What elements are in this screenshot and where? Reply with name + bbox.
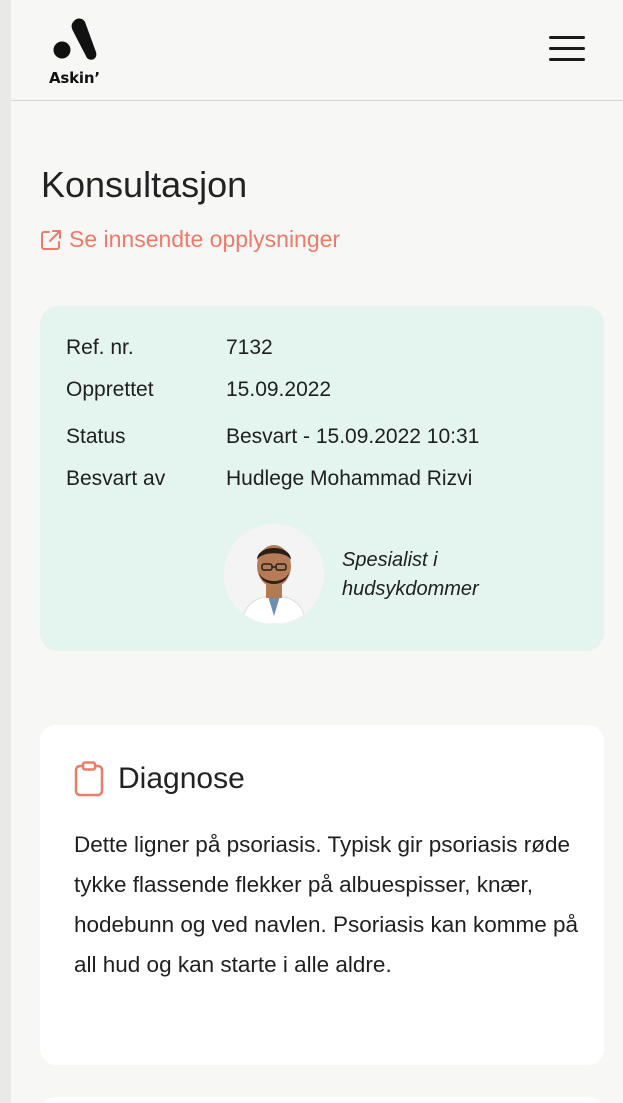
answered-by-value: Hudlege Mohammad Rizvi (226, 467, 473, 490)
next-card (40, 1097, 604, 1103)
diagnosis-card: Diagnose Dette ligner på psoriasis. Typi… (40, 725, 604, 1065)
askin-logo-mark (53, 18, 97, 60)
page-title: Konsultasjon (41, 164, 248, 205)
diagnosis-text: Dette ligner på psoriasis. Typisk gir ps… (74, 832, 579, 977)
top-bar: Askin’ (11, 0, 623, 101)
clipboard-icon (74, 761, 104, 797)
doctor-portrait (224, 524, 324, 624)
ref-label: Ref. nr. (66, 336, 134, 359)
created-label: Opprettet (66, 378, 154, 401)
diagnosis-header: Diagnose (74, 761, 245, 797)
answered-by-label: Besvart av (66, 467, 166, 490)
role-line-2: hudsykdommer (342, 578, 479, 600)
role-line-1: Spesialist i (342, 549, 438, 571)
app-root: Askin’ Konsultasjon Se innsendte opplysn… (11, 0, 623, 1103)
created-value: 15.09.2022 (226, 378, 332, 401)
logo-text: Askin’ (49, 69, 100, 87)
consultation-info-card: Ref. nr. 7132 Opprettet 15.09.2022 Statu… (40, 306, 604, 651)
see-submitted-info-link[interactable]: Se innsendte opplysninger (39, 226, 340, 253)
doctor-avatar (224, 524, 324, 624)
ref-value: 7132 (226, 336, 273, 359)
doctor-role: Spesialist i hudsykdommer (342, 546, 479, 604)
see-submitted-info-label: Se innsendte opplysninger (69, 226, 341, 252)
status-value: Besvart - 15.09.2022 10:31 (226, 425, 480, 448)
hamburger-menu-icon[interactable] (549, 36, 585, 64)
diagnosis-title: Diagnose (118, 762, 245, 795)
askin-logo[interactable]: Askin’ (47, 14, 107, 90)
status-label: Status (66, 425, 126, 448)
external-link-icon (41, 229, 61, 250)
